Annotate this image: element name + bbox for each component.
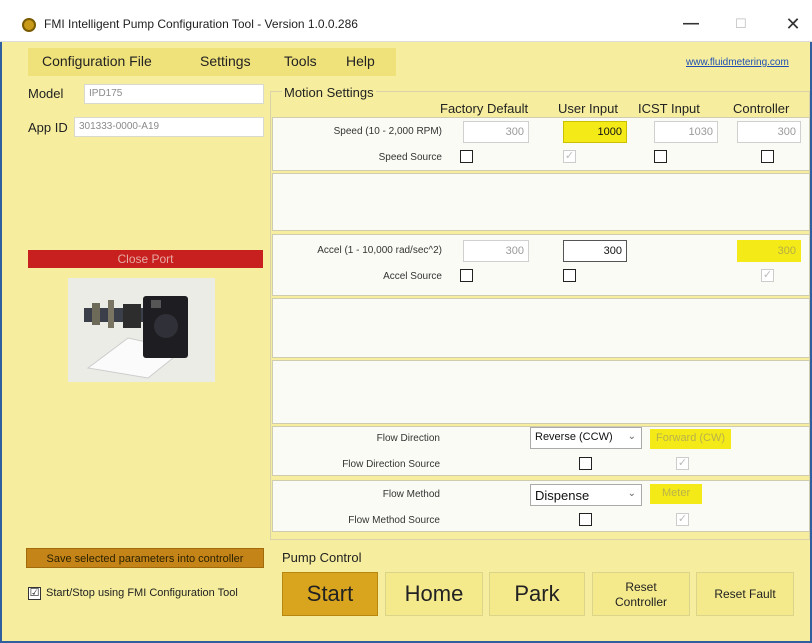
pump-photo [68,278,215,382]
save-parameters-button[interactable]: Save selected parameters into controller [26,548,264,568]
flow-method-source-controller-checkbox[interactable]: ✓ [676,513,689,526]
speed-source-label: Speed Source [378,152,442,163]
reset-controller-line2: Controller [614,595,668,609]
menu-help[interactable]: Help [346,53,375,69]
flow-direction-label: Flow Direction [376,433,440,444]
col-factory-default: Factory Default [440,101,529,116]
speed-label: Speed (10 - 2,000 RPM) [333,126,442,137]
accel-panel [272,234,810,296]
website-link[interactable]: www.fluidmetering.com [686,57,789,68]
accel-label: Accel (1 - 10,000 rad/sec^2) [317,245,442,256]
flow-method-controller-value: Meter [650,484,703,504]
close-port-button[interactable]: Close Port [28,250,263,268]
accel-source-label: Accel Source [383,271,442,282]
speed-source-icst-checkbox[interactable] [654,150,667,163]
start-button[interactable]: Start [282,572,378,616]
flow-direction-value: Reverse (CCW) [535,431,613,443]
window-title: FMI Intelligent Pump Configuration Tool … [44,17,358,31]
accel-controller-field: 300 [737,240,801,262]
model-label: Model [28,86,64,101]
app-id-label: App ID [28,120,68,135]
speed-icst-field: 1030 [654,121,718,143]
park-button[interactable]: Park [489,572,585,616]
chevron-down-icon: ⌄ [627,488,636,499]
flow-direction-select[interactable]: Reverse (CCW) ⌄ [530,427,642,449]
reset-fault-label: Reset Fault [714,587,776,601]
start-stop-label: Start/Stop using FMI Configuration Tool [46,587,238,599]
accel-source-factory-checkbox[interactable] [460,269,473,282]
flow-direction-controller-value: Forward (CW) [650,429,732,449]
accel-user-input[interactable]: 300 [563,240,627,262]
empty-panel-2 [272,298,810,358]
speed-factory-field: 300 [463,121,529,143]
menu-bar: Configuration File Settings Tools Help [28,48,396,76]
app-icon [22,18,36,32]
col-icst-input: ICST Input [638,101,700,116]
maximize-button[interactable]: ☐ [726,12,756,36]
minimize-button[interactable]: — [676,12,706,36]
col-controller: Controller [733,101,790,116]
motion-settings-title: Motion Settings [282,85,376,100]
flow-direction-source-user-checkbox[interactable] [579,457,592,470]
reset-controller-line1: Reset [625,580,657,594]
empty-panel-3 [272,360,810,424]
speed-user-input[interactable]: 1000 [563,121,627,143]
home-button[interactable]: Home [385,572,483,616]
flow-direction-source-controller-checkbox[interactable]: ✓ [676,457,689,470]
empty-panel-1 [272,173,810,231]
flow-method-source-user-checkbox[interactable] [579,513,592,526]
close-window-button[interactable]: ✕ [778,12,808,36]
flow-method-label: Flow Method [382,489,440,500]
menu-configuration-file[interactable]: Configuration File [42,53,152,69]
reset-controller-button[interactable]: Reset Controller [592,572,690,616]
model-field[interactable]: IPD175 [84,84,264,104]
reset-fault-button[interactable]: Reset Fault [696,572,794,616]
park-label: Park [514,581,560,606]
flow-method-select[interactable]: Dispense ⌄ [530,484,642,506]
flow-method-value: Dispense [535,488,590,503]
app-id-field[interactable]: 301333-0000-A19 [74,117,264,137]
title-bar: FMI Intelligent Pump Configuration Tool … [0,0,812,42]
flow-method-source-label: Flow Method Source [348,515,440,526]
accel-source-user-checkbox[interactable] [563,269,576,282]
menu-tools[interactable]: Tools [284,53,317,69]
start-stop-checkbox[interactable]: ☑ [28,587,41,600]
accel-factory-field: 300 [463,240,529,262]
home-label: Home [404,581,464,606]
speed-source-factory-checkbox[interactable] [460,150,473,163]
speed-source-user-checkbox[interactable]: ✓ [563,150,576,163]
speed-source-controller-checkbox[interactable] [761,150,774,163]
accel-source-controller-checkbox[interactable]: ✓ [761,269,774,282]
start-label: Start [306,581,354,606]
chevron-down-icon: ⌄ [627,431,636,442]
col-user-input: User Input [558,101,618,116]
menu-settings[interactable]: Settings [200,53,251,69]
pump-control-title: Pump Control [282,550,362,565]
flow-direction-source-label: Flow Direction Source [342,459,440,470]
speed-controller-field: 300 [737,121,801,143]
